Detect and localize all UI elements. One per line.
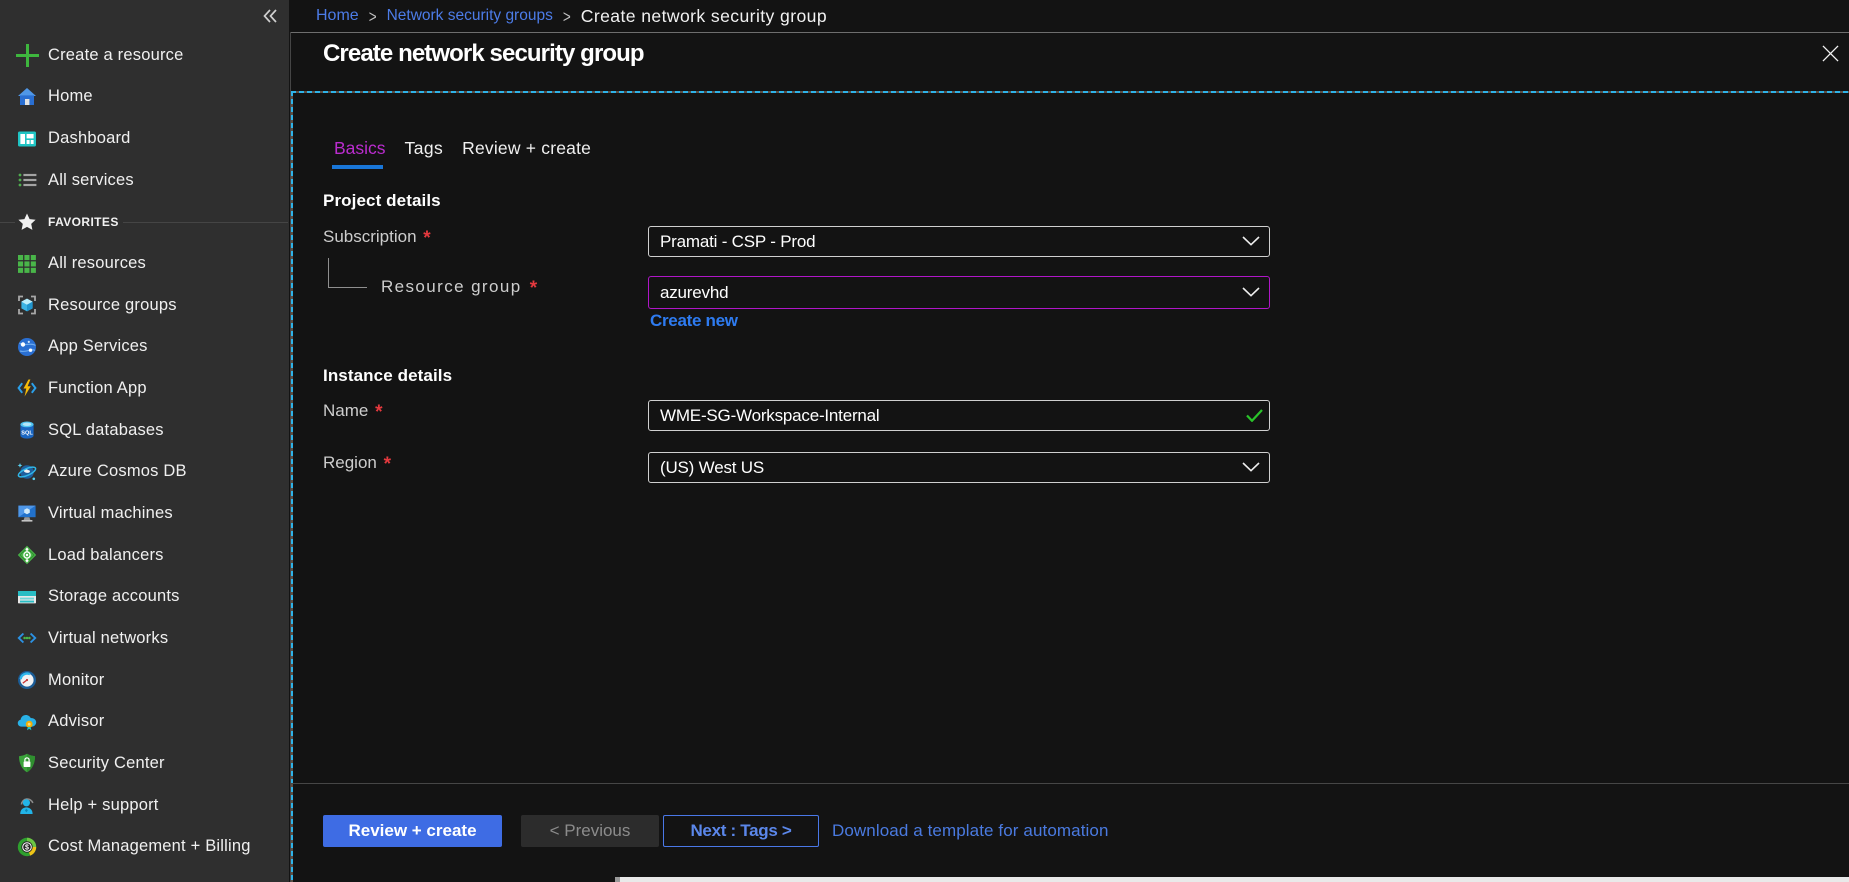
svg-text:$: $ <box>25 844 29 851</box>
svg-text:SQL: SQL <box>21 431 33 437</box>
